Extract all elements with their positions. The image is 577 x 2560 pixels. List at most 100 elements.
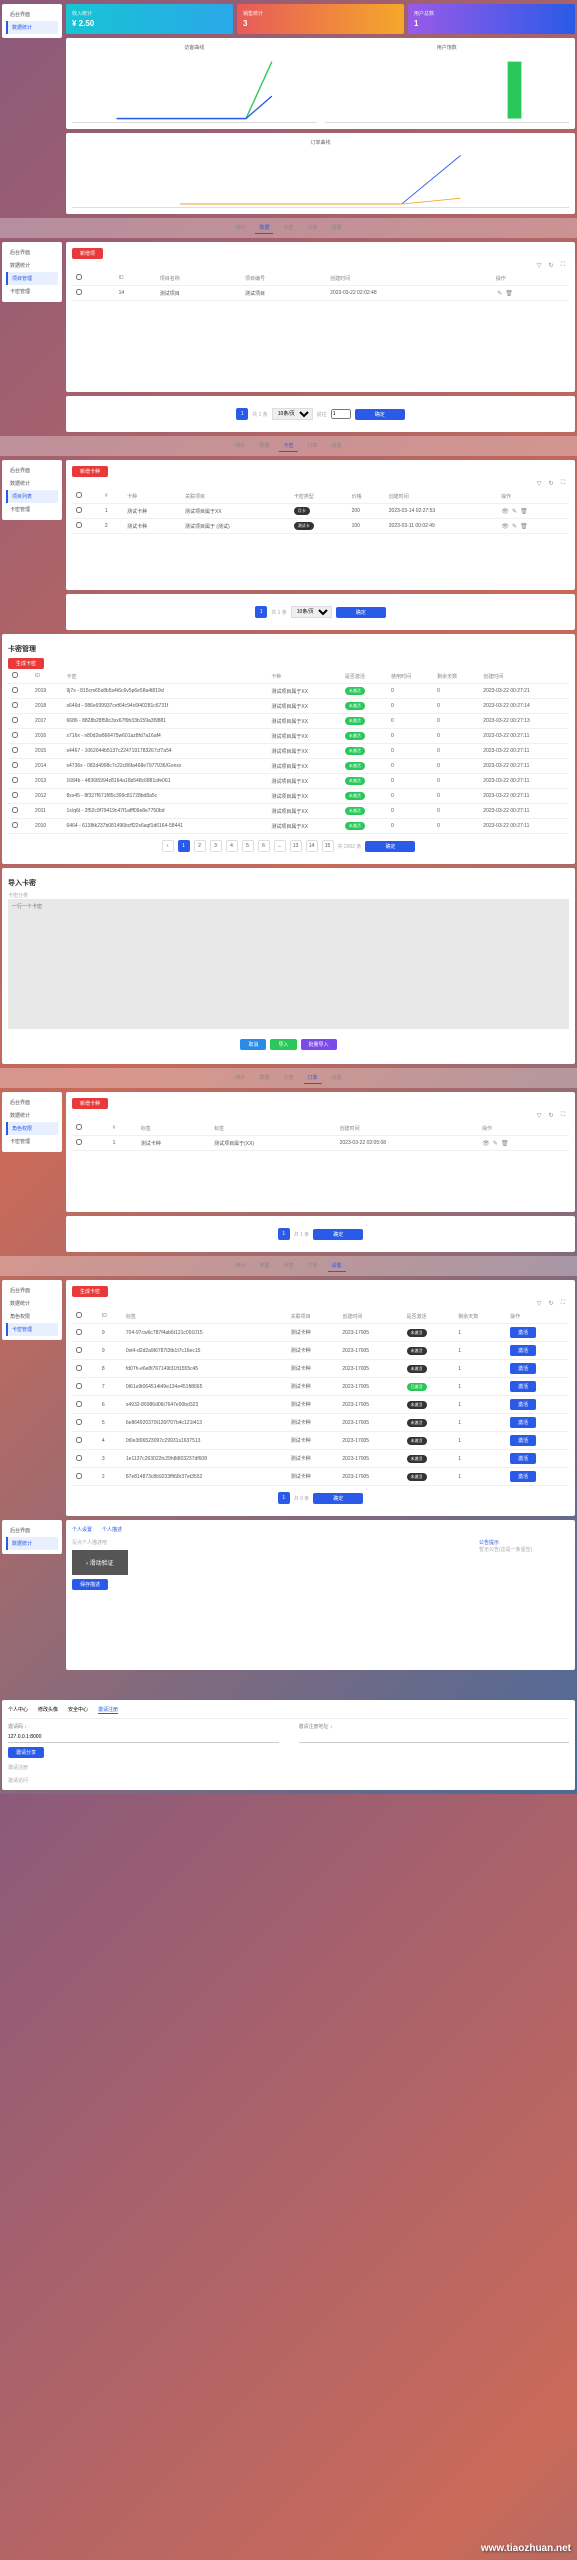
row-checkbox[interactable] [12, 777, 18, 783]
sidebar-item[interactable]: 数据统计 [6, 1109, 58, 1122]
page-2[interactable]: 2 [194, 840, 206, 852]
confirm-button[interactable]: 确定 [313, 1493, 363, 1504]
tab[interactable]: 设置 [328, 1260, 346, 1272]
cancel-button[interactable]: 取消 [240, 1039, 266, 1050]
tab[interactable]: 个人中心 [8, 1706, 28, 1714]
delete-icon[interactable]: 🗑 [520, 522, 528, 530]
expand-icon[interactable]: ⛶ [559, 479, 567, 487]
filter-icon[interactable]: ▽ [535, 1111, 543, 1119]
edit-icon[interactable]: ✎ [511, 522, 519, 530]
tab[interactable]: 统计 [231, 1072, 249, 1084]
row-checkbox[interactable] [76, 289, 82, 295]
activate-button[interactable]: 激活 [510, 1453, 536, 1464]
tab-3[interactable]: 订单 [304, 222, 322, 234]
confirm-button[interactable]: 确定 [313, 1229, 363, 1240]
row-checkbox[interactable] [76, 1473, 82, 1479]
sidebar-item[interactable]: 数据统计 [6, 477, 58, 490]
activate-button[interactable]: 激活 [510, 1345, 536, 1356]
refresh-icon[interactable]: ↻ [547, 1111, 555, 1119]
row-checkbox[interactable] [12, 747, 18, 753]
tab-0[interactable]: 统计 [231, 222, 249, 234]
page-6[interactable]: 6 [258, 840, 270, 852]
gen-key-button[interactable]: 生成卡密 [72, 1286, 108, 1297]
tab[interactable]: 卡密 [279, 1260, 297, 1272]
refresh-icon[interactable]: ↻ [547, 1299, 555, 1307]
sidebar-item[interactable]: 卡密管理 [6, 285, 58, 298]
page-14[interactable]: 14 [306, 840, 318, 852]
tab-2[interactable]: 卡密 [279, 222, 297, 234]
sidebar-item[interactable]: 数据统计 [6, 1297, 58, 1310]
tab[interactable]: 统计 [231, 440, 249, 452]
tab[interactable]: 订单 [304, 1260, 322, 1272]
row-checkbox[interactable] [12, 762, 18, 768]
tab-4[interactable]: 设置 [328, 222, 346, 234]
row-checkbox[interactable] [76, 1455, 82, 1461]
captcha-widget[interactable]: › 滑动验证 [72, 1550, 128, 1575]
delete-icon[interactable]: 🗑 [505, 289, 513, 297]
add-project-button[interactable]: 新增项 [72, 248, 103, 259]
view-icon[interactable]: 👁 [501, 522, 509, 530]
page-4[interactable]: 4 [226, 840, 238, 852]
bulk-import-button[interactable]: 批量导入 [301, 1039, 337, 1050]
sidebar-item[interactable]: 数据统计 [6, 259, 58, 272]
activate-button[interactable]: 激活 [510, 1381, 536, 1392]
row-checkbox[interactable] [12, 717, 18, 723]
row-checkbox[interactable] [76, 507, 82, 513]
activate-button[interactable]: 激活 [510, 1399, 536, 1410]
page-15[interactable]: 15 [322, 840, 334, 852]
tab-active[interactable]: 邀请注册 [98, 1706, 118, 1714]
tab[interactable]: 卡密 [279, 440, 297, 452]
tab-desc[interactable]: 个人描述 [102, 1526, 122, 1533]
refresh-icon[interactable]: ↻ [547, 261, 555, 269]
delete-icon[interactable]: 🗑 [520, 507, 528, 515]
row-checkbox[interactable] [76, 1139, 82, 1145]
tab[interactable]: 订单 [304, 1072, 322, 1084]
page-13[interactable]: 13 [290, 840, 302, 852]
sidebar-item[interactable]: 角色权限 [6, 1310, 58, 1323]
sidebar-item-stats[interactable]: 数据统计 [6, 21, 58, 34]
row-checkbox[interactable] [76, 1365, 82, 1371]
tab[interactable]: 设置 [328, 1072, 346, 1084]
view-icon[interactable]: 👁 [482, 1139, 490, 1147]
prev-page[interactable]: ‹ [162, 840, 174, 852]
add-cardtype-button[interactable]: 新增卡种 [72, 466, 108, 477]
expand-icon[interactable]: ⛶ [559, 1299, 567, 1307]
filter-icon[interactable]: ▽ [535, 261, 543, 269]
row-checkbox[interactable] [76, 1401, 82, 1407]
save-desc-button[interactable]: 保存描述 [72, 1579, 108, 1590]
sidebar-item[interactable]: 数据统计 [6, 1537, 58, 1550]
row-checkbox[interactable] [12, 822, 18, 828]
row-checkbox[interactable] [12, 687, 18, 693]
activate-button[interactable]: 激活 [510, 1471, 536, 1482]
edit-icon[interactable]: ✎ [511, 507, 519, 515]
sidebar-item[interactable]: 项目列表 [6, 490, 58, 503]
expand-icon[interactable]: ⛶ [559, 261, 567, 269]
page-1[interactable]: 1 [236, 408, 248, 420]
tab[interactable]: 卡密 [279, 1072, 297, 1084]
page-size-select[interactable]: 10条/页 [272, 408, 313, 420]
tab-1[interactable]: 数据 [255, 222, 273, 234]
delete-icon[interactable]: 🗑 [501, 1139, 509, 1147]
page-1[interactable]: 1 [178, 840, 190, 852]
tab[interactable]: 统计 [231, 1260, 249, 1272]
select-all[interactable] [12, 672, 18, 678]
sidebar-item-active[interactable]: 项目管理 [6, 272, 58, 285]
page[interactable]: 1 [278, 1228, 290, 1240]
row-checkbox[interactable] [76, 522, 82, 528]
tab[interactable]: 数据 [255, 1072, 273, 1084]
page-3[interactable]: 3 [210, 840, 222, 852]
page-...[interactable]: ... [274, 840, 286, 852]
tab[interactable]: 安全中心 [68, 1706, 88, 1714]
share-button[interactable]: 邀请分享 [8, 1747, 44, 1758]
page[interactable]: 1 [278, 1492, 290, 1504]
tab[interactable]: 订单 [304, 440, 322, 452]
edit-icon[interactable]: ✎ [496, 289, 504, 297]
row-checkbox[interactable] [76, 1437, 82, 1443]
row-checkbox[interactable] [76, 1419, 82, 1425]
sidebar-item[interactable]: 卡密管理 [6, 503, 58, 516]
page-1[interactable]: 1 [255, 606, 267, 618]
tab[interactable]: 修改头像 [38, 1706, 58, 1714]
expand-icon[interactable]: ⛶ [559, 1111, 567, 1119]
row-checkbox[interactable] [12, 702, 18, 708]
edit-icon[interactable]: ✎ [491, 1139, 499, 1147]
